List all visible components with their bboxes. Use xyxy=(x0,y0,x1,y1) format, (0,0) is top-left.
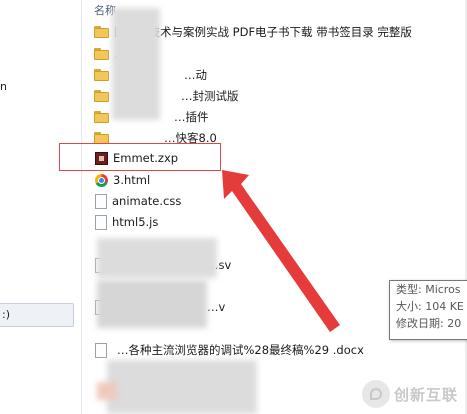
watermark-text: 创新互联 xyxy=(394,385,459,404)
watermark: 创新互联 xyxy=(362,374,467,414)
watermark-logo-icon xyxy=(362,380,390,408)
file-info-tooltip: 类型: Micros 大小: 104 KE 修改日期: 20 xyxy=(389,280,467,340)
red-arrow-icon xyxy=(222,170,340,332)
tooltip-size: 大小: 104 KE xyxy=(396,300,464,313)
tooltip-type: 类型: Micros xyxy=(396,283,461,296)
tooltip-modified: 修改日期: 20 xyxy=(396,317,462,330)
